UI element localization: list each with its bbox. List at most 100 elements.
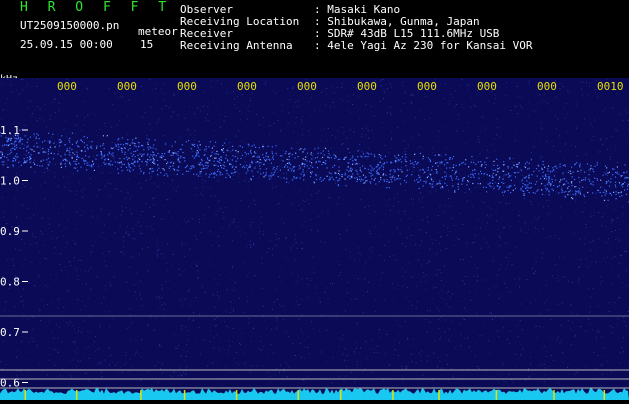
noise-speck — [196, 175, 197, 176]
noise-speck — [471, 256, 472, 257]
noise-speck — [425, 96, 426, 97]
noise-speck — [248, 318, 249, 319]
signal-point — [451, 175, 452, 176]
signal-point — [111, 154, 112, 155]
noise-speck — [241, 141, 242, 142]
signal-point — [276, 153, 277, 154]
noise-speck — [323, 314, 324, 315]
noise-speck — [232, 372, 233, 373]
noise-speck — [204, 215, 205, 216]
signal-point — [352, 173, 353, 174]
noise-speck — [237, 153, 238, 154]
noise-speck — [89, 380, 90, 381]
noise-speck — [390, 107, 391, 108]
signal-point — [359, 176, 360, 177]
noise-speck — [601, 281, 602, 282]
noise-speck — [196, 239, 197, 240]
noise-speck — [84, 189, 85, 190]
noise-speck — [189, 319, 190, 320]
noise-speck — [444, 332, 445, 333]
noise-speck — [250, 100, 251, 101]
noise-speck — [173, 371, 174, 372]
signal-point — [472, 183, 473, 184]
noise-speck — [44, 199, 45, 200]
noise-speck — [553, 146, 554, 147]
noise-speck — [273, 90, 274, 91]
noise-speck — [501, 295, 502, 296]
signal-point — [544, 178, 545, 179]
noise-speck — [428, 355, 429, 356]
noise-speck — [542, 347, 543, 348]
signal-point — [139, 165, 140, 166]
noise-speck — [184, 221, 185, 222]
signal-point — [30, 137, 31, 138]
signal-point — [380, 162, 381, 163]
noise-speck — [157, 123, 158, 124]
noise-speck — [421, 360, 422, 361]
signal-point — [502, 179, 503, 180]
signal-point — [257, 157, 258, 158]
noise-speck — [348, 282, 349, 283]
noise-speck — [171, 100, 172, 101]
signal-point — [391, 179, 392, 180]
signal-point — [453, 167, 454, 168]
noise-speck — [345, 376, 346, 377]
noise-speck — [7, 259, 8, 260]
noise-speck — [573, 236, 574, 237]
noise-speck — [582, 274, 583, 275]
noise-speck — [305, 339, 306, 340]
noise-speck — [558, 275, 559, 276]
signal-point — [574, 179, 575, 180]
noise-speck — [393, 288, 394, 289]
signal-point — [109, 152, 110, 153]
noise-speck — [40, 263, 41, 264]
noise-speck — [84, 125, 85, 126]
noise-speck — [510, 331, 511, 332]
noise-speck — [533, 292, 534, 293]
noise-speck — [55, 95, 56, 96]
noise-speck — [184, 256, 185, 257]
noise-speck — [113, 318, 114, 319]
noise-speck — [250, 247, 251, 248]
signal-point — [142, 154, 143, 155]
noise-speck — [87, 115, 88, 116]
signal-point — [18, 162, 19, 163]
noise-speck — [165, 281, 166, 282]
noise-speck — [623, 317, 624, 318]
signal-point — [589, 180, 590, 181]
signal-point — [398, 160, 399, 161]
signal-point — [243, 166, 244, 167]
noise-speck — [19, 94, 20, 95]
noise-speck — [335, 181, 336, 182]
noise-speck — [599, 185, 600, 186]
noise-speck — [499, 269, 500, 270]
noise-speck — [602, 192, 603, 193]
noise-speck — [202, 285, 203, 286]
signal-point — [202, 164, 203, 165]
noise-speck — [40, 109, 41, 110]
signal-point — [153, 154, 154, 155]
noise-speck — [502, 362, 503, 363]
signal-point — [8, 141, 9, 142]
noise-speck — [228, 160, 229, 161]
noise-speck — [517, 373, 518, 374]
noise-speck — [302, 242, 303, 243]
signal-point — [311, 152, 312, 153]
noise-speck — [619, 270, 620, 271]
noise-speck — [479, 335, 480, 336]
noise-speck — [598, 330, 599, 331]
spectrogram-panel: 0000000000000000000000000000010 1.11.00.… — [0, 78, 629, 400]
noise-speck — [422, 197, 423, 198]
signal-point — [559, 185, 560, 186]
signal-point — [219, 171, 220, 172]
noise-speck — [146, 135, 147, 136]
noise-speck — [402, 243, 403, 244]
noise-speck — [364, 292, 365, 293]
noise-speck — [172, 168, 173, 169]
noise-speck — [113, 157, 114, 158]
noise-speck — [405, 246, 406, 247]
noise-speck — [172, 376, 173, 377]
noise-speck — [358, 278, 359, 279]
noise-speck — [157, 250, 158, 251]
signal-point — [413, 167, 414, 168]
